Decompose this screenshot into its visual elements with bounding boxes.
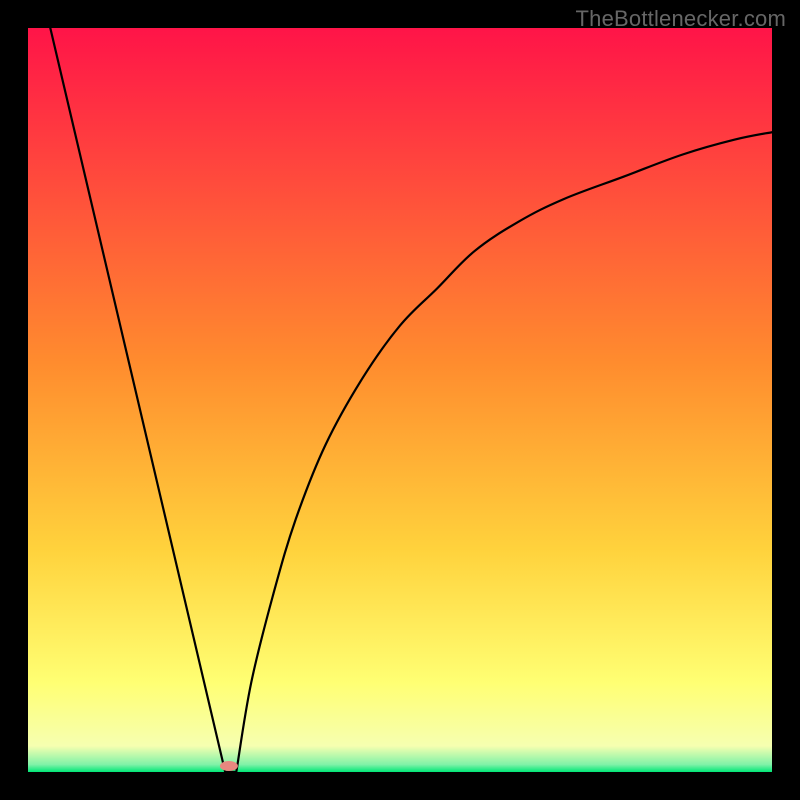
- plot-area: [28, 28, 772, 772]
- optimal-marker: [220, 761, 238, 771]
- chart-frame: TheBottlenecker.com: [0, 0, 800, 800]
- gradient-background: [28, 28, 772, 772]
- chart-svg: [28, 28, 772, 772]
